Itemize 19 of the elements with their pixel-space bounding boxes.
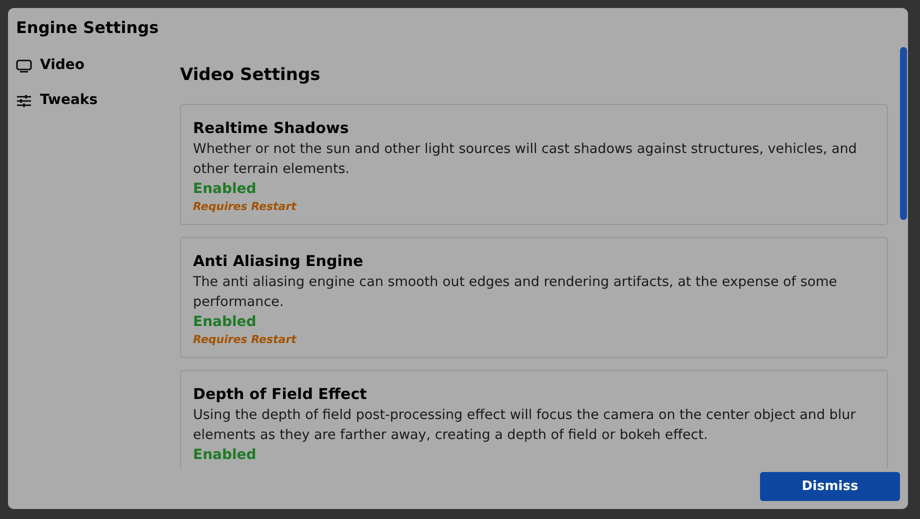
setting-description: Using the depth of field post-processing effect will focus the camera on the center object and blur elements as they are farther away, creating a depth of field or bokeh effect.: [193, 406, 857, 444]
monitor-icon: [16, 58, 32, 72]
status-text: Enabled: [193, 312, 256, 332]
dismiss-button[interactable]: Dismiss: [760, 472, 900, 501]
setting-description: The anti aliasing engine can smooth out edges and rendering artifacts, at the expense of some performance.: [193, 272, 838, 312]
status-text: Enabled: [193, 180, 256, 198]
setting-title: Anti Aliasing Engine: [193, 250, 364, 272]
window-title: Engine Settings: [16, 18, 159, 37]
restart-note: Requires Restart: [193, 332, 296, 346]
restart-note: Requires Restart: [193, 198, 296, 214]
sidebar-item[interactable]: Tweaks: [40, 90, 98, 111]
setting-title: Realtime Shadows: [193, 118, 349, 138]
setting-description: Whether or not the sun and other light sources will cast shadows against structures, vehicles, and other terrain elements.: [193, 140, 858, 178]
sliders-icon: [17, 94, 31, 106]
sidebar-item[interactable]: Video: [40, 55, 85, 76]
status-text: Enabled: [193, 446, 256, 464]
setting-title: Depth of Field Effect: [193, 384, 367, 404]
scrollbar-thumb[interactable]: [900, 47, 907, 220]
section-heading: Video Settings: [180, 64, 320, 87]
